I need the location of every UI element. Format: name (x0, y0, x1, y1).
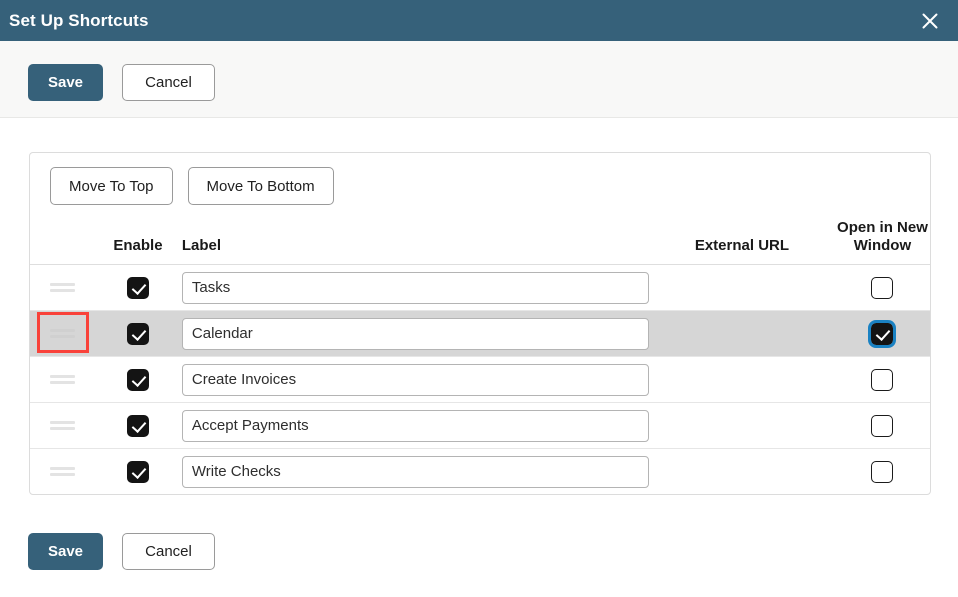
enable-checkbox[interactable] (126, 414, 149, 437)
external-url-cell (648, 310, 835, 358)
drag-handle-cell[interactable] (30, 449, 94, 495)
enable-checkbox[interactable] (126, 322, 149, 345)
label-input[interactable] (181, 317, 649, 350)
enable-cell (94, 310, 182, 358)
drag-handle-icon[interactable] (49, 328, 75, 338)
external-url-input[interactable] (648, 455, 835, 488)
external-url-input[interactable] (648, 409, 835, 442)
label-cell (181, 310, 649, 358)
open-in-new-window-cell (834, 402, 930, 450)
external-url-cell (648, 264, 835, 312)
external-url-cell (648, 449, 835, 495)
move-to-bottom-button[interactable]: Move To Bottom (187, 167, 334, 205)
table-row[interactable] (30, 356, 930, 404)
open-in-new-window-cell (835, 449, 930, 495)
cancel-button-top[interactable]: Cancel (122, 64, 215, 101)
open-in-new-window-checkbox[interactable] (871, 460, 894, 483)
enable-checkbox[interactable] (126, 368, 149, 391)
external-url-input[interactable] (648, 317, 835, 350)
open-in-new-window-cell (834, 310, 930, 358)
external-url-cell (648, 402, 835, 450)
cancel-button-bottom[interactable]: Cancel (122, 533, 215, 570)
shortcuts-panel: Move To Top Move To Bottom Enable Label … (29, 152, 931, 496)
dialog-titlebar: Set Up Shortcuts (0, 0, 958, 41)
enable-cell (94, 449, 182, 495)
table-row[interactable] (30, 402, 930, 450)
external-url-input[interactable] (648, 363, 835, 396)
open-in-new-window-checkbox[interactable] (868, 319, 897, 348)
external-url-input[interactable] (648, 271, 835, 304)
drag-handle-cell[interactable] (30, 402, 95, 450)
label-input[interactable] (181, 271, 649, 304)
close-icon (921, 12, 939, 30)
page-title: Set Up Shortcuts (9, 10, 149, 30)
enable-cell (94, 264, 182, 312)
label-cell (181, 264, 649, 312)
table-row[interactable] (30, 449, 930, 495)
close-button[interactable] (910, 0, 950, 41)
save-button-top[interactable]: Save (28, 64, 103, 101)
table-header-row: Enable Label External URL Open in New Wi… (30, 219, 930, 266)
label-cell (181, 356, 649, 404)
drag-handle-cell[interactable] (30, 264, 95, 312)
drag-handle-icon[interactable] (49, 420, 75, 430)
column-header-open-in-new-window: Open in New Window (834, 219, 930, 266)
drag-handle-icon[interactable] (49, 282, 75, 292)
move-to-top-button[interactable]: Move To Top (50, 167, 173, 205)
drag-handle-icon[interactable] (49, 466, 75, 476)
open-in-new-window-checkbox[interactable] (871, 414, 894, 437)
enable-checkbox[interactable] (126, 276, 149, 299)
shortcuts-table-body (30, 264, 930, 495)
save-button-bottom[interactable]: Save (28, 533, 103, 570)
column-header-label: Label (181, 219, 649, 266)
enable-cell (94, 356, 182, 404)
open-in-new-window-cell (834, 356, 930, 404)
table-row[interactable] (30, 310, 930, 358)
drag-handle-cell[interactable] (30, 310, 95, 358)
external-url-cell (648, 356, 835, 404)
label-input[interactable] (181, 455, 649, 488)
panel-toolbar: Move To Top Move To Bottom (30, 153, 930, 219)
label-input[interactable] (181, 363, 649, 396)
column-header-external-url: External URL (648, 219, 835, 266)
label-cell (181, 449, 649, 495)
label-input[interactable] (181, 409, 649, 442)
open-in-new-window-checkbox[interactable] (871, 276, 894, 299)
column-header-enable: Enable (94, 219, 182, 266)
enable-cell (94, 402, 182, 450)
drag-handle-icon[interactable] (49, 374, 75, 384)
drag-handle-cell[interactable] (30, 356, 95, 404)
enable-checkbox[interactable] (126, 460, 149, 483)
open-in-new-window-checkbox[interactable] (871, 368, 894, 391)
column-header-handle (30, 219, 95, 266)
label-cell (181, 402, 649, 450)
table-row[interactable] (30, 264, 930, 312)
open-in-new-window-cell (834, 264, 930, 312)
shortcuts-table: Enable Label External URL Open in New Wi… (30, 219, 930, 494)
